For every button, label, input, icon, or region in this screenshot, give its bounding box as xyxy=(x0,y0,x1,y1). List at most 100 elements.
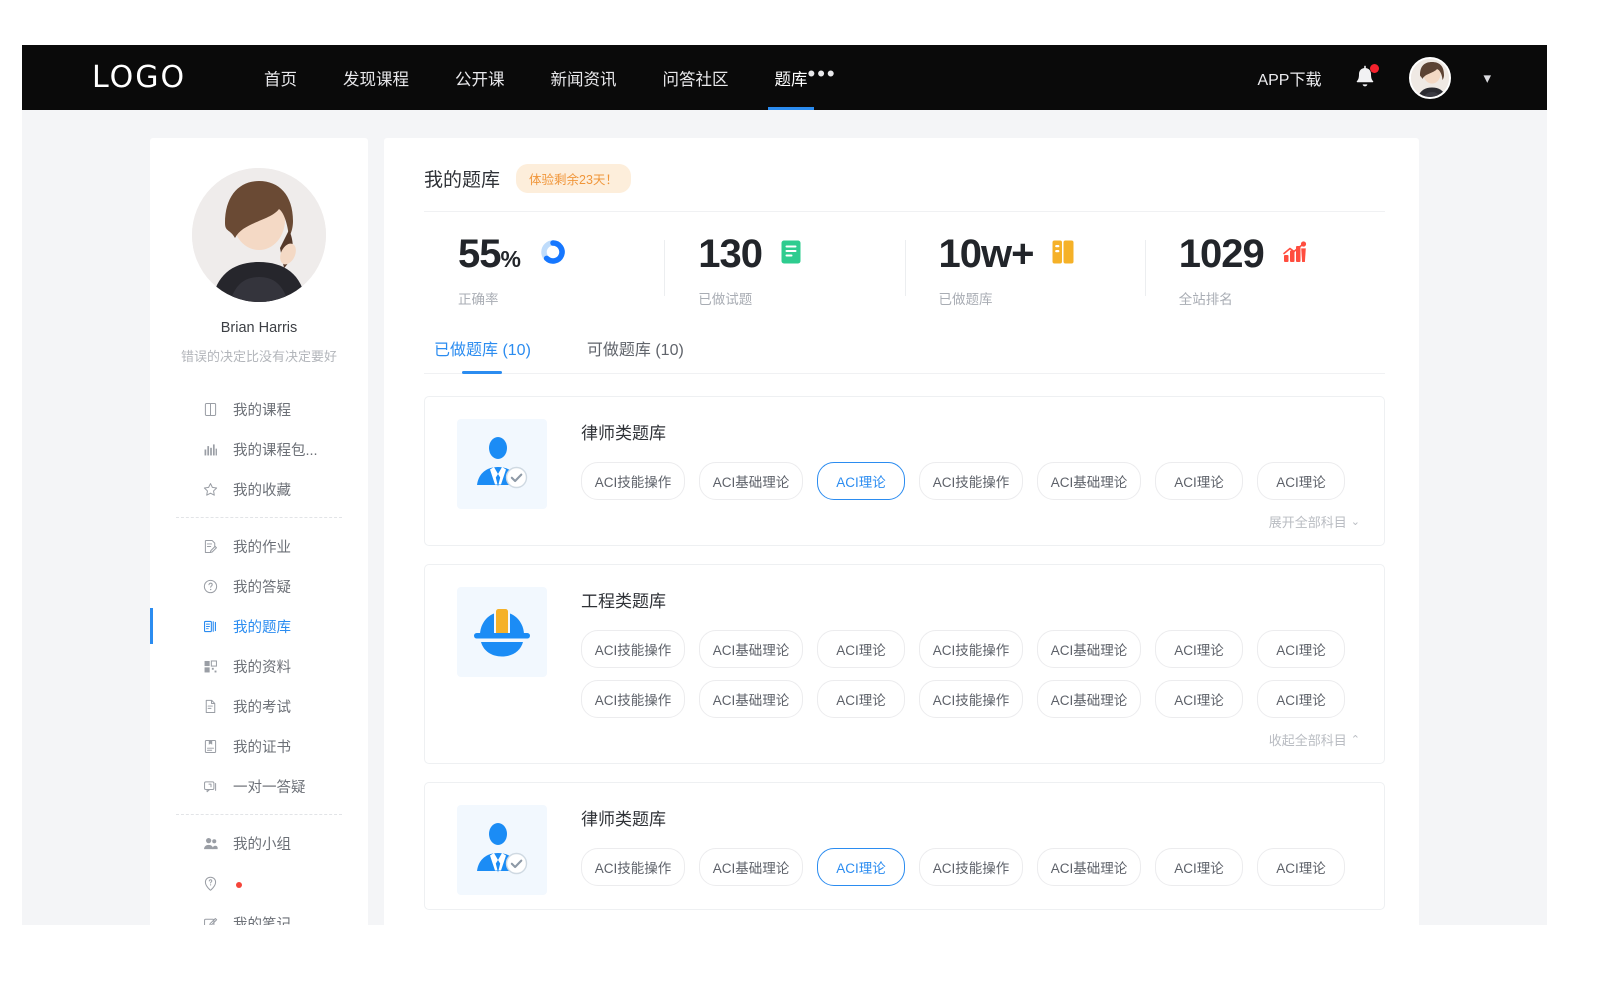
sidebar-item-13[interactable]: 我的小组 xyxy=(150,823,368,863)
nav-more-icon[interactable]: ••• xyxy=(808,69,837,87)
subject-tag[interactable]: ACI技能操作 xyxy=(581,680,685,718)
avatar[interactable] xyxy=(1409,57,1451,99)
sidebar-item-label: 我的课程包... xyxy=(233,439,318,460)
sidebar-item-label: 我的答疑 xyxy=(233,576,291,597)
nav-item-2[interactable]: 发现课程 xyxy=(343,45,409,110)
subject-tag[interactable]: ACI基础理论 xyxy=(699,848,803,886)
stat-card-1: 55% 正确率 xyxy=(424,234,664,308)
subject-tag[interactable]: ACI理论 xyxy=(1155,680,1243,718)
nav-item-6[interactable]: 题库 xyxy=(775,45,808,110)
certificate-icon xyxy=(202,738,219,755)
profile-tagline: 错误的决定比没有决定要好 xyxy=(166,346,352,365)
subject-tag[interactable]: ACI理论 xyxy=(817,848,905,886)
stat-label: 已做试题 xyxy=(698,288,904,308)
bell-icon[interactable] xyxy=(1353,65,1377,91)
expand-subjects-link[interactable]: 展开全部科目⌄ xyxy=(1269,512,1360,531)
card-title: 工程类题库 xyxy=(581,587,1360,612)
lawyer-avatar-icon xyxy=(457,805,547,895)
nav-item-5[interactable]: 问答社区 xyxy=(663,45,729,110)
page-body: Brian Harris 错误的决定比没有决定要好 我的课程我的课程包...我的… xyxy=(22,110,1547,925)
sidebar-item-15[interactable]: 我的笔记 xyxy=(150,903,368,925)
subject-tag[interactable]: ACI技能操作 xyxy=(919,680,1023,718)
stat-value-row: 55% xyxy=(458,234,664,274)
subject-tag[interactable]: ACI基础理论 xyxy=(699,462,803,500)
subject-tag[interactable]: ACI理论 xyxy=(1257,630,1345,668)
profile-avatar[interactable] xyxy=(192,168,326,302)
subject-tag[interactable]: ACI基础理论 xyxy=(1037,680,1141,718)
subject-tag[interactable]: ACI基础理论 xyxy=(699,680,803,718)
sidebar-item-11[interactable]: 一对一答疑 xyxy=(150,766,368,806)
expand-subjects-label: 收起全部科目 xyxy=(1269,730,1347,749)
nav-item-3[interactable]: 公开课 xyxy=(455,45,505,110)
subject-tag[interactable]: ACI技能操作 xyxy=(581,462,685,500)
note-pen-icon xyxy=(202,915,219,926)
donut-progress-icon xyxy=(538,237,568,272)
subject-tag[interactable]: ACI技能操作 xyxy=(919,848,1023,886)
stat-value: 55% xyxy=(458,234,520,274)
subject-tag[interactable]: ACI基础理论 xyxy=(1037,630,1141,668)
sidebar-item-7[interactable]: 我的题库 xyxy=(150,606,368,646)
question-bank-card[interactable]: 工程类题库ACI技能操作ACI基础理论ACI理论ACI技能操作ACI基础理论AC… xyxy=(424,564,1385,764)
main-panel: 我的题库 体验剩余23天！ 55% 正确率130 已做试题10w+ 已做题库10… xyxy=(384,138,1419,925)
top-right-area: APP下载 ▾ xyxy=(1257,57,1491,99)
subject-tag[interactable]: ACI理论 xyxy=(1257,462,1345,500)
subject-tag[interactable]: ACI技能操作 xyxy=(919,462,1023,500)
subject-tag[interactable]: ACI理论 xyxy=(1155,630,1243,668)
question-bank-card[interactable]: 律师类题库ACI技能操作ACI基础理论ACI理论ACI技能操作ACI基础理论AC… xyxy=(424,396,1385,546)
nav-item-1[interactable]: 首页 xyxy=(264,45,297,110)
red-rank-chart-icon xyxy=(1282,240,1308,269)
sidebar-item-label: 我的收藏 xyxy=(233,479,291,500)
app-page: LOGO 首页发现课程公开课新闻资讯问答社区题库 ••• APP下载 xyxy=(22,45,1547,925)
stat-number: 10w+ xyxy=(939,232,1034,276)
subject-tag[interactable]: ACI技能操作 xyxy=(581,630,685,668)
subject-tag[interactable]: ACI技能操作 xyxy=(919,630,1023,668)
sidebar-item-2[interactable]: 我的课程包... xyxy=(150,429,368,469)
question-bank-card[interactable]: 律师类题库ACI技能操作ACI基础理论ACI理论ACI技能操作ACI基础理论AC… xyxy=(424,782,1385,910)
stat-value: 10w+ xyxy=(939,234,1034,274)
sidebar-item-8[interactable]: 我的资料 xyxy=(150,646,368,686)
subject-tag[interactable]: ACI理论 xyxy=(817,462,905,500)
sidebar-item-10[interactable]: 我的证书 xyxy=(150,726,368,766)
sidebar-item-6[interactable]: 我的答疑 xyxy=(150,566,368,606)
chart-bars-icon xyxy=(202,441,219,458)
subject-tag[interactable]: ACI基础理论 xyxy=(1037,462,1141,500)
chevron-down-icon[interactable]: ▾ xyxy=(1483,69,1491,87)
expand-subjects-link[interactable]: 收起全部科目 ⌃ xyxy=(1269,730,1360,749)
stat-suffix: % xyxy=(501,246,520,272)
stat-value-row: 130 xyxy=(698,234,904,274)
sidebar-item-3[interactable]: 我的收藏 xyxy=(150,469,368,509)
subject-tag[interactable]: ACI理论 xyxy=(817,630,905,668)
tab-2[interactable]: 可做题库 (10) xyxy=(587,336,684,373)
subject-tag[interactable]: ACI基础理论 xyxy=(699,630,803,668)
notification-badge-dot xyxy=(1370,64,1379,73)
nav-item-4[interactable]: 新闻资讯 xyxy=(551,45,617,110)
card-footer: 展开全部科目⌄ xyxy=(581,512,1360,531)
site-logo[interactable]: LOGO xyxy=(92,60,242,95)
app-download-link[interactable]: APP下载 xyxy=(1257,66,1321,90)
question-bank-list: 律师类题库ACI技能操作ACI基础理论ACI理论ACI技能操作ACI基础理论AC… xyxy=(424,374,1385,910)
hard-hat-icon xyxy=(457,587,547,677)
subject-tag[interactable]: ACI基础理论 xyxy=(1037,848,1141,886)
stat-number: 130 xyxy=(698,232,762,276)
main-header: 我的题库 体验剩余23天！ xyxy=(424,164,1385,212)
subject-tag[interactable]: ACI技能操作 xyxy=(581,848,685,886)
sidebar-item-14[interactable] xyxy=(150,863,368,903)
sidebar-item-5[interactable]: 我的作业 xyxy=(150,526,368,566)
homework-icon xyxy=(202,538,219,555)
subject-tag[interactable]: ACI理论 xyxy=(1155,848,1243,886)
subject-tag[interactable]: ACI理论 xyxy=(817,680,905,718)
unread-dot xyxy=(236,882,242,888)
question-circle-icon xyxy=(202,578,219,595)
subject-tag[interactable]: ACI理论 xyxy=(1257,848,1345,886)
stat-number: 1029 xyxy=(1179,232,1264,276)
sidebar-item-1[interactable]: 我的课程 xyxy=(150,389,368,429)
question-bank-icon xyxy=(202,618,219,635)
sidebar-item-9[interactable]: 我的考试 xyxy=(150,686,368,726)
chevron-up-icon: ⌃ xyxy=(1351,733,1360,746)
stat-number: 55 xyxy=(458,232,501,276)
subject-tag[interactable]: ACI理论 xyxy=(1257,680,1345,718)
tabs: 已做题库 (10) 可做题库 (10) xyxy=(424,322,1385,374)
subject-tag[interactable]: ACI理论 xyxy=(1155,462,1243,500)
tab-1[interactable]: 已做题库 (10) xyxy=(434,336,531,373)
tag-row: ACI技能操作 ACI基础理论 ACI理论 ACI技能操作 ACI基础理论 ACI理论 AC… xyxy=(581,680,1360,718)
